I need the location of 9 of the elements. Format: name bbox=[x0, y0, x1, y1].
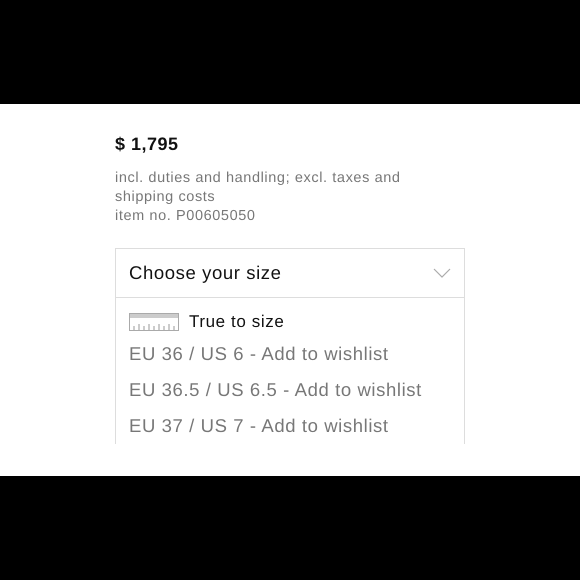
size-dropdown[interactable]: Choose your size bbox=[116, 249, 464, 298]
size-option[interactable]: EU 36.5 / US 6.5 - Add to wishlist bbox=[116, 372, 464, 408]
chevron-icon bbox=[433, 268, 451, 278]
price: $ 1,795 bbox=[115, 134, 180, 155]
size-option[interactable]: EU 37 / US 7 - Add to wishlist bbox=[116, 408, 464, 444]
item-number: item no. P00605050 bbox=[115, 207, 257, 226]
ruler-icon bbox=[129, 313, 179, 331]
fit-note: True to size bbox=[189, 312, 284, 332]
size-option[interactable]: EU 36 / US 6 - Add to wishlist bbox=[116, 336, 464, 372]
